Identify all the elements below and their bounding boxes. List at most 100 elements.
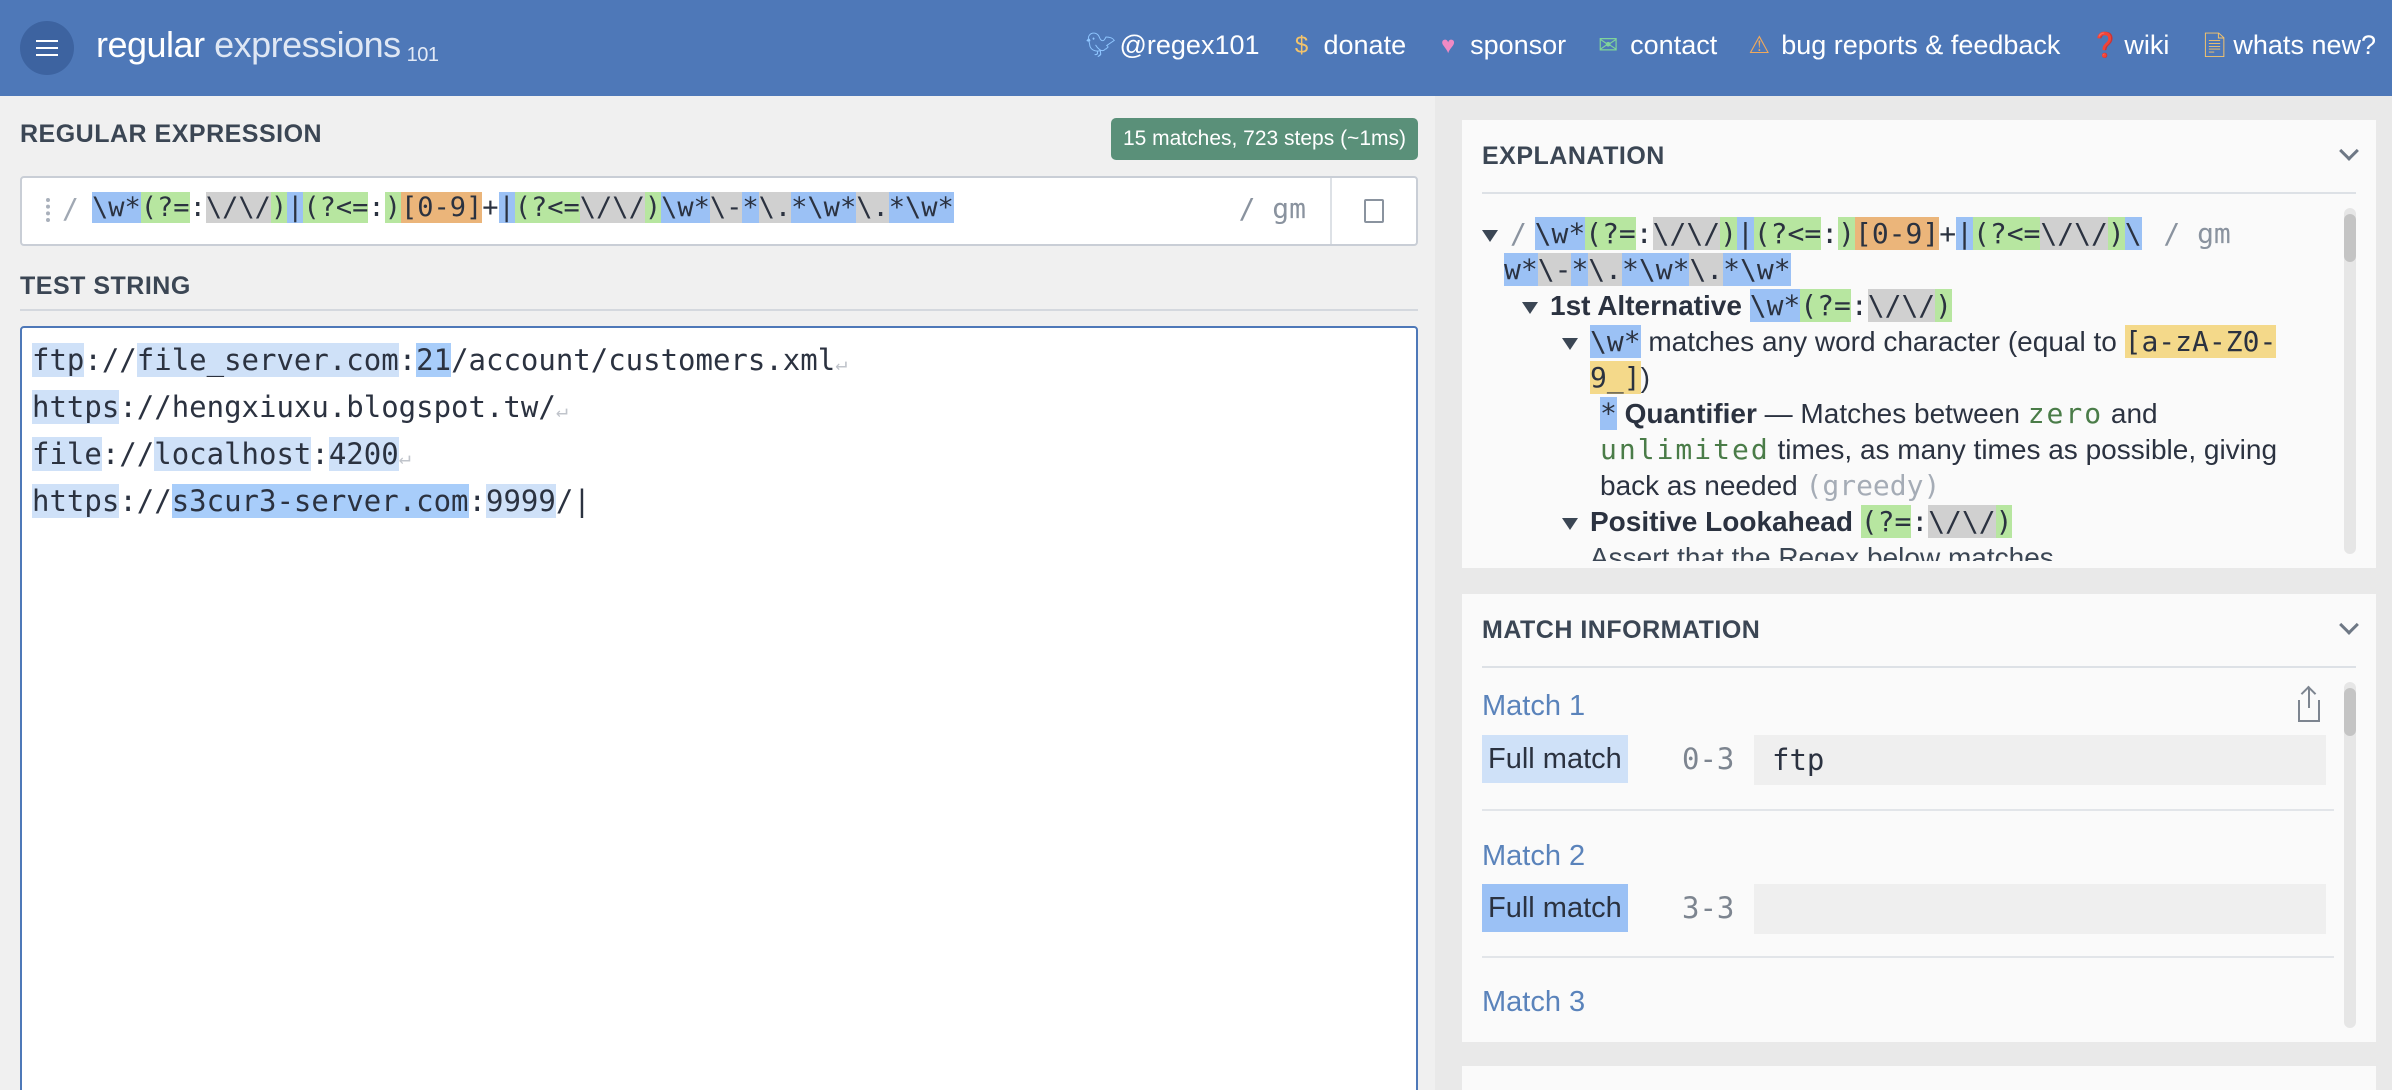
divider: [1482, 192, 2356, 194]
match-range: 0-3: [1682, 742, 1735, 776]
test-line: https://hengxiuxu.blogspot.tw/↵: [32, 390, 568, 424]
caret-down-icon[interactable]: [1482, 229, 1498, 242]
test-string-input[interactable]: ftp://file_server.com:21/account/custome…: [20, 326, 1418, 1090]
brand-logo[interactable]: regular expressions 101: [96, 24, 439, 67]
nav-label: @regex101: [1119, 30, 1260, 60]
quantifier-desc: back as needed: [1600, 470, 1798, 501]
info-column: EXPLANATION / \w*(?=:\/\/)|(?<=:)[0-9]+|…: [1435, 96, 2392, 1090]
caret-down-icon[interactable]: [1562, 337, 1578, 350]
divider: [1482, 666, 2356, 668]
quantifier-label: Quantifier: [1624, 398, 1757, 429]
full-match-tag: Full match: [1482, 884, 1628, 932]
test-line: ftp://file_server.com:21/account/custome…: [32, 343, 848, 377]
match-count-badge: 15 matches, 723 steps (~1ms): [1110, 118, 1418, 160]
explanation-root[interactable]: / \w*(?=:\/\/)|(?<=:)[0-9]+|(?<=\/\/)\ /…: [1482, 216, 2231, 252]
explanation-quantifier-cont: unlimited times, as many times as possib…: [1600, 432, 2277, 468]
explanation-panel: EXPLANATION / \w*(?=:\/\/)|(?<=:)[0-9]+|…: [1462, 120, 2376, 568]
char-class-cont: 9_]: [1590, 361, 1641, 394]
regex-open-delimiter: /: [62, 192, 79, 225]
export-icon[interactable]: [2298, 688, 2320, 722]
hamburger-icon: [36, 40, 58, 56]
explanation-alternative-1[interactable]: 1st Alternative \w*(?=:\/\/): [1522, 288, 1953, 324]
regex-input[interactable]: / \w*(?=:\/\/)|(?<=:)[0-9]+|(?<=\/\/)\w*…: [20, 176, 1418, 246]
match-info-title: MATCH INFORMATION: [1482, 616, 1761, 644]
match-info-panel: MATCH INFORMATION Match 1 Full match 0-3…: [1462, 594, 2376, 1042]
nav-whats-new[interactable]: 📄︎ whats new?: [2199, 30, 2376, 61]
explanation-lookahead[interactable]: Positive Lookahead (?=:\/\/): [1562, 504, 2013, 540]
brand-name-expressions: expressions: [204, 24, 401, 65]
explanation-scrollbar[interactable]: [2344, 208, 2356, 554]
regex-section-label: REGULAR EXPRESSION: [20, 120, 323, 148]
nav-sponsor[interactable]: ♥ sponsor: [1436, 30, 1566, 61]
token-description: matches any word character (equal to: [1648, 326, 2117, 357]
warning-icon: ⚠: [1748, 32, 1770, 59]
match-title[interactable]: Match 3: [1482, 986, 1585, 1019]
next-panel: [1462, 1066, 2376, 1090]
quantifier-greedy: (greedy): [1805, 469, 1941, 502]
top-bar: regular expressions 101 🐦︎ @regex101 $ do…: [0, 0, 2392, 96]
heart-icon: ♥: [1440, 31, 1456, 59]
test-string-label: TEST STRING: [20, 272, 191, 300]
quantifier-desc: — Matches between: [1764, 398, 2020, 429]
divider: [20, 309, 1418, 311]
full-match-tag: Full match: [1482, 735, 1628, 783]
char-class: [a-zA-Z0-: [2124, 325, 2277, 358]
match-title[interactable]: Match 1: [1482, 690, 1585, 723]
divider: [1482, 956, 2334, 958]
match-row: Full match 0-3 ftp: [1482, 735, 2326, 785]
nav-wiki[interactable]: ❓ wiki: [2090, 30, 2169, 61]
explanation-assert: Assert that the Regex below matches: [1590, 542, 2054, 561]
explanation-tree: / \w*(?=:\/\/)|(?<=:)[0-9]+|(?<=\/\/)\ /…: [1482, 216, 2322, 561]
root-delimiter: /: [1510, 217, 1527, 250]
caret-down-icon[interactable]: [1522, 301, 1538, 314]
top-nav: 🐦︎ @regex101 $ donate ♥ sponsor ✉ contac…: [1056, 30, 2377, 61]
nav-label: bug reports & feedback: [1781, 30, 2061, 60]
match-value[interactable]: ftp: [1754, 735, 2326, 785]
explanation-quantifier: * Quantifier — Matches between zero and: [1600, 397, 2158, 430]
match-range: 3-3: [1682, 891, 1735, 925]
news-icon: 📄︎: [2199, 32, 2230, 59]
nav-twitter[interactable]: 🐦︎ @regex101: [1086, 30, 1260, 61]
copy-icon: [1358, 199, 1384, 233]
regex-flags[interactable]: / gm: [1239, 192, 1306, 225]
menu-button[interactable]: [20, 21, 74, 75]
drag-handle-icon[interactable]: [46, 198, 50, 222]
wiki-icon: ❓: [2090, 32, 2121, 59]
scrollbar-thumb[interactable]: [2344, 214, 2356, 262]
explanation-root-cont: w*\-*\.*\w*\.*\w*: [1504, 253, 1791, 286]
divider: [1482, 809, 2334, 811]
brand-version: 101: [406, 44, 439, 66]
match-info-scrollbar[interactable]: [2344, 682, 2356, 1028]
chevron-down-icon[interactable]: [2339, 615, 2359, 635]
nav-label: donate: [1323, 30, 1407, 60]
nav-label: contact: [1630, 30, 1718, 60]
quantifier-zero: zero: [2027, 397, 2104, 430]
nav-donate[interactable]: $ donate: [1290, 30, 1407, 61]
quantifier-and: and: [2110, 398, 2158, 429]
regex-pattern[interactable]: \w*(?=:\/\/)|(?<=:)[0-9]+|(?<=\/\/)\w*\-…: [92, 192, 954, 223]
nav-label: sponsor: [1470, 30, 1567, 60]
root-flags: / gm: [2163, 217, 2231, 250]
quantifier-unlimited: unlimited: [1600, 433, 1770, 466]
quantifier-desc: times, as many times as possible, giving: [1777, 434, 2278, 465]
dollar-icon: $: [1294, 31, 1309, 59]
nav-contact[interactable]: ✉ contact: [1596, 30, 1717, 61]
scrollbar-thumb[interactable]: [2344, 688, 2356, 736]
caret-down-icon[interactable]: [1562, 517, 1578, 530]
chevron-down-icon[interactable]: [2339, 141, 2359, 161]
match-row: Full match 3-3: [1482, 884, 2326, 934]
explanation-word-token-cont: 9_]): [1590, 361, 1650, 394]
mail-icon: ✉: [1598, 32, 1619, 59]
copy-regex-button[interactable]: [1330, 178, 1416, 244]
match-title[interactable]: Match 2: [1482, 840, 1585, 873]
test-line: file://localhost:4200↵: [32, 437, 411, 471]
editor-column: REGULAR EXPRESSION 15 matches, 723 steps…: [0, 96, 1435, 1090]
brand-name-regular: regular: [96, 24, 205, 65]
nav-label: whats new?: [2233, 30, 2376, 60]
twitter-icon: 🐦︎: [1085, 32, 1116, 59]
explanation-word-token[interactable]: \w* matches any word character (equal to…: [1562, 324, 2277, 360]
explanation-quantifier-cont: back as needed (greedy): [1600, 468, 1940, 504]
match-value[interactable]: [1754, 884, 2326, 934]
test-string-content[interactable]: ftp://file_server.com:21/account/custome…: [32, 338, 847, 523]
nav-bug-reports[interactable]: ⚠ bug reports & feedback: [1747, 30, 2060, 61]
